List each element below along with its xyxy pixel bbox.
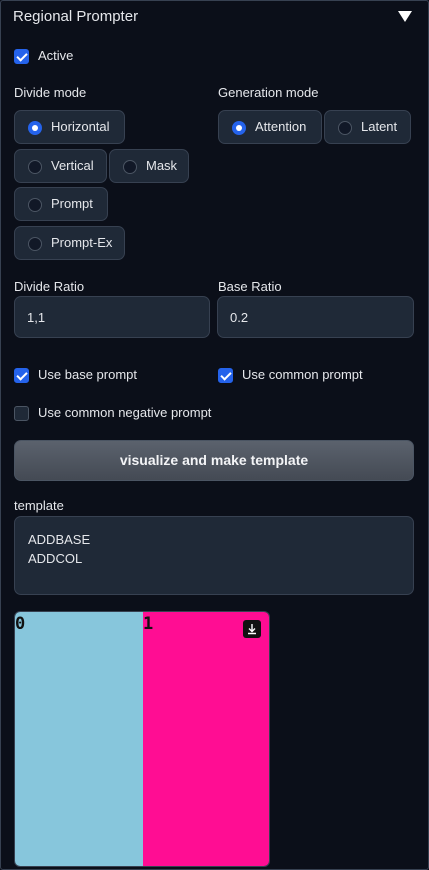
base-ratio-label: Base Ratio	[218, 279, 282, 294]
regional-prompter-panel: Regional Prompter Active Divide mode Hor…	[0, 0, 429, 870]
region-0: 0	[15, 612, 143, 866]
region-1: 1	[143, 612, 269, 866]
radio-unselected-icon	[28, 160, 42, 174]
use-common-negative-prompt-checkbox[interactable]	[14, 406, 29, 421]
template-textarea[interactable]: ADDBASE ADDCOL	[14, 516, 414, 595]
divide-mode-label: Divide mode	[14, 85, 87, 100]
template-label: template	[14, 498, 64, 513]
radio-label: Vertical	[51, 158, 94, 173]
radio-divide-prompt-ex[interactable]: Prompt-Ex	[14, 226, 125, 260]
region-preview-image: 0 1	[14, 611, 270, 867]
radio-selected-icon	[28, 121, 42, 135]
visualize-template-button[interactable]: visualize and make template	[14, 440, 414, 481]
radio-unselected-icon	[28, 198, 42, 212]
generation-mode-label: Generation mode	[218, 85, 319, 100]
radio-unselected-icon	[28, 237, 42, 251]
radio-generation-latent[interactable]: Latent	[324, 110, 411, 144]
radio-unselected-icon	[123, 160, 137, 174]
download-icon[interactable]	[243, 620, 261, 638]
radio-divide-prompt[interactable]: Prompt	[14, 187, 108, 221]
use-common-negative-prompt-label: Use common negative prompt	[38, 405, 212, 420]
use-base-prompt-label: Use base prompt	[38, 367, 137, 382]
radio-label: Latent	[361, 119, 398, 134]
radio-label: Prompt-Ex	[51, 235, 113, 250]
radio-selected-icon	[232, 121, 246, 135]
radio-label: Mask	[146, 158, 178, 173]
radio-divide-horizontal[interactable]: Horizontal	[14, 110, 125, 144]
collapse-triangle-icon[interactable]	[398, 11, 412, 22]
use-common-prompt-checkbox[interactable]	[218, 368, 233, 383]
panel-title[interactable]: Regional Prompter	[13, 8, 138, 25]
divide-ratio-input[interactable]: 1,1	[14, 296, 210, 338]
active-checkbox[interactable]	[14, 49, 29, 64]
template-line: ADDCOL	[28, 551, 83, 566]
radio-label: Attention	[255, 119, 307, 134]
use-common-prompt-label: Use common prompt	[242, 367, 363, 382]
radio-generation-attention[interactable]: Attention	[218, 110, 322, 144]
active-label: Active	[38, 48, 74, 63]
radio-label: Prompt	[51, 196, 93, 211]
radio-label: Horizontal	[51, 119, 110, 134]
base-ratio-input[interactable]: 0.2	[217, 296, 414, 338]
region-label: 0	[15, 614, 26, 634]
use-base-prompt-checkbox[interactable]	[14, 368, 29, 383]
region-label: 1	[143, 614, 154, 634]
radio-divide-vertical[interactable]: Vertical	[14, 149, 107, 183]
template-line: ADDBASE	[28, 532, 91, 547]
radio-divide-mask[interactable]: Mask	[109, 149, 189, 183]
divide-ratio-label: Divide Ratio	[14, 279, 85, 294]
radio-unselected-icon	[338, 121, 352, 135]
